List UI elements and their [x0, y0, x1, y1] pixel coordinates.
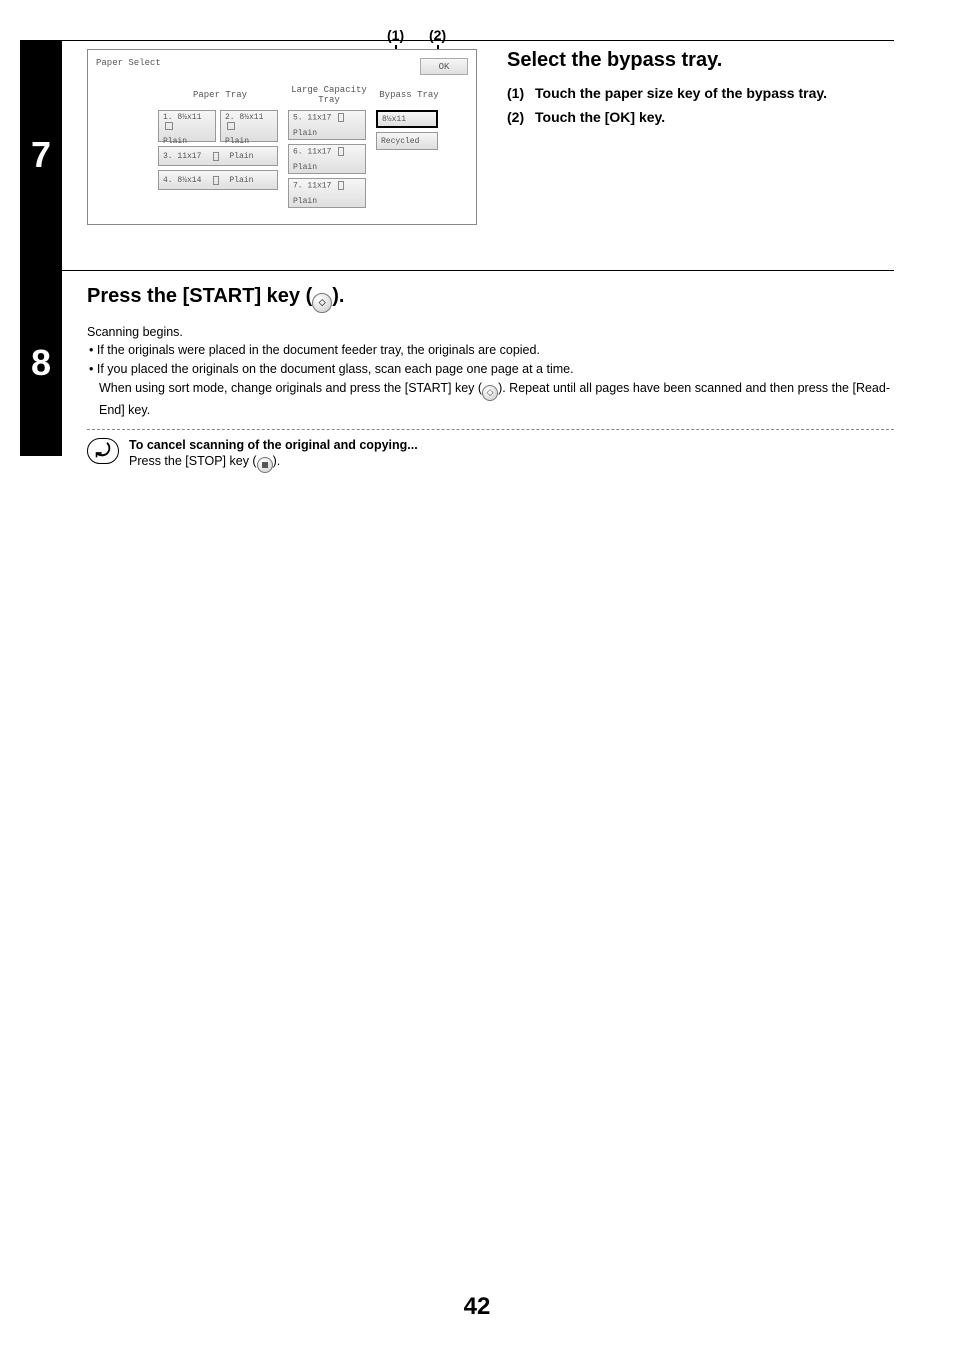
cancel-return-icon: ⤾ [87, 438, 119, 464]
tray-3-type: Plain [229, 152, 253, 161]
scanning-text: Scanning begins. [87, 323, 894, 342]
orient-icon [213, 176, 219, 185]
step7-heading: Select the bypass tray. [507, 49, 894, 72]
callout-2: (2) [429, 27, 446, 43]
tray-6-size: 6. 11x17 [293, 148, 331, 157]
tray-2-type: Plain [225, 137, 273, 146]
cancel-body: Press the [STOP] key (). [129, 454, 418, 473]
tray-6-button[interactable]: 6. 11x17 Plain [288, 144, 366, 174]
step7-item-1: (1)Touch the paper size key of the bypas… [507, 82, 894, 106]
tray-7-type: Plain [293, 197, 361, 206]
tray-7-button[interactable]: 7. 11x17 Plain [288, 178, 366, 208]
tray-2-button[interactable]: 2. 8½x11 Plain [220, 110, 278, 142]
start-key-icon-small: ◇ [482, 385, 498, 401]
tray-4-button[interactable]: 4. 8½x14 Plain [158, 170, 278, 190]
start-key-icon: ◇ [312, 293, 332, 313]
tray-1-button[interactable]: 1. 8½x11 Plain [158, 110, 216, 142]
tray-4-type: Plain [229, 176, 253, 185]
bypass-tray-label: Bypass Tray [376, 86, 442, 106]
paper-select-panel: Paper Select OK Paper Tray 1. 8½x11 Plai… [87, 49, 477, 225]
orient-icon [227, 122, 235, 130]
dashed-separator [87, 429, 894, 430]
orient-icon [338, 147, 344, 156]
panel-title: Paper Select [96, 58, 468, 68]
stop-key-icon [257, 457, 273, 473]
bypass-size-button[interactable]: 8½x11 [376, 110, 438, 128]
large-capacity-label: Large Capacity Tray [288, 86, 370, 106]
tray-1-type: Plain [163, 137, 211, 146]
bypass-size: 8½x11 [382, 115, 406, 124]
bypass-type-button[interactable]: Recycled [376, 132, 438, 150]
tray-5-type: Plain [293, 129, 361, 138]
orient-icon [338, 113, 344, 122]
tray-3-button[interactable]: 3. 11x17 Plain [158, 146, 278, 166]
step8-heading: Press the [START] key (◇). [87, 285, 894, 313]
orient-icon [338, 181, 344, 190]
tray-1-size: 1. 8½x11 [163, 113, 201, 122]
tray-3-size: 3. 11x17 [163, 152, 201, 161]
bypass-type: Recycled [381, 137, 419, 146]
cancel-title: To cancel scanning of the original and c… [129, 438, 418, 452]
paper-tray-label: Paper Tray [158, 86, 282, 106]
step-number-8: 8 [20, 270, 62, 456]
tray-5-button[interactable]: 5. 11x17 Plain [288, 110, 366, 140]
tray-7-size: 7. 11x17 [293, 182, 331, 191]
step8-bullet-2: If you placed the originals on the docum… [89, 360, 894, 379]
callout-1: (1) [387, 27, 404, 43]
page-number: 42 [0, 1293, 954, 1321]
step8-sort-mode: When using sort mode, change originals a… [87, 379, 894, 420]
orient-icon [165, 122, 173, 130]
step7-item-2: (2)Touch the [OK] key. [507, 106, 894, 130]
tray-6-type: Plain [293, 163, 361, 172]
tray-4-size: 4. 8½x14 [163, 176, 201, 185]
tray-2-size: 2. 8½x11 [225, 113, 263, 122]
ok-button[interactable]: OK [420, 58, 468, 75]
step8-bullet-1: If the originals were placed in the docu… [89, 341, 894, 360]
tray-5-size: 5. 11x17 [293, 114, 331, 123]
step-number-7: 7 [20, 40, 62, 270]
orient-icon [213, 152, 219, 161]
